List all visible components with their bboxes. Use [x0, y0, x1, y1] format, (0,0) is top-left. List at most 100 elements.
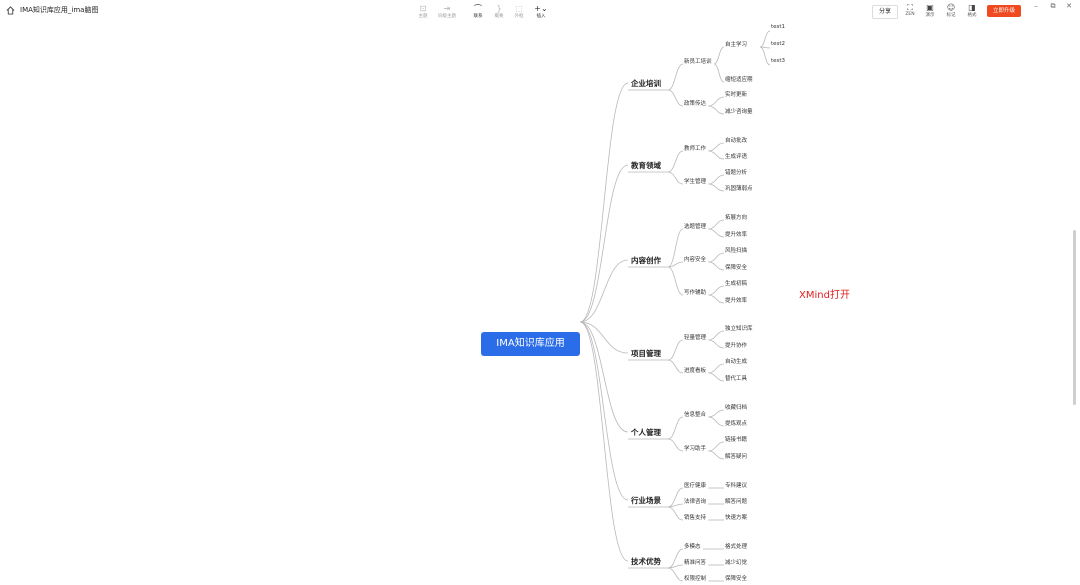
subtopic[interactable]: 销售支持 — [684, 513, 707, 521]
zen-button[interactable]: ⛶ ZEN — [901, 3, 919, 17]
subtopic[interactable]: 学习助手 — [684, 444, 707, 452]
leaf-topic[interactable]: 自动批改 — [725, 136, 748, 144]
leaf-topic[interactable]: 自动生成 — [725, 357, 748, 365]
title-bar: IMA知识库应用_ima脑图 ⊡ 主题 ⇥ 同级主题 ⌒ 联系 } 概要 ⬚ 外框 +⌄ 插… — [0, 0, 1080, 22]
subtopic[interactable]: 法律咨询 — [684, 497, 707, 505]
leaf-topic[interactable]: 替代工具 — [725, 374, 748, 382]
leaf-topic[interactable]: 提升效率 — [725, 230, 748, 238]
subtopic[interactable]: 精准问答 — [684, 558, 707, 566]
present-button[interactable]: ▣ 演示 — [921, 3, 939, 18]
leaf-topic[interactable]: test2 — [771, 41, 786, 47]
leaf-topic[interactable]: 生成初稿 — [725, 279, 748, 287]
root-topic[interactable]: IMA知识库应用 — [481, 332, 580, 356]
connector-line — [667, 339, 684, 361]
subtopic[interactable]: 学生管理 — [684, 177, 707, 185]
leaf-topic[interactable]: 链接书籍 — [725, 435, 748, 443]
mark-button[interactable]: ☺ 标记 — [942, 3, 960, 18]
leaf-topic[interactable]: test1 — [771, 24, 786, 30]
leaf-topic[interactable]: 风险扫描 — [725, 246, 748, 254]
subtopic[interactable]: 医疗健康 — [684, 481, 707, 489]
minimize-icon[interactable]: – — [1030, 2, 1042, 10]
branch-topic[interactable]: 项目管理 — [629, 348, 663, 359]
leaf-topic[interactable]: 减少咨询量 — [725, 107, 753, 115]
subtopic[interactable]: 多模态 — [684, 542, 701, 550]
subtopic[interactable]: 新员工培训 — [684, 57, 712, 65]
home-icon[interactable] — [6, 6, 15, 15]
insert-tool[interactable]: +⌄ 插入 — [530, 4, 552, 19]
leaf-topic[interactable]: 解答疑问 — [725, 452, 748, 460]
document-title: IMA知识库应用_ima脑图 — [20, 6, 99, 14]
connector-line — [579, 321, 629, 501]
leaf-topic[interactable]: 快速方案 — [725, 513, 748, 521]
leaf-topic[interactable]: 格式处理 — [725, 542, 748, 550]
branch-topic[interactable]: 技术优势 — [629, 556, 663, 567]
leaf-topic[interactable]: 独立知识库 — [725, 324, 753, 332]
summary-tool[interactable]: } 概要 — [488, 4, 510, 19]
subtopic[interactable]: 写作辅助 — [684, 288, 707, 296]
subtopic[interactable]: 选题管理 — [684, 222, 707, 230]
connector-line — [708, 441, 725, 452]
subtopic[interactable]: 政策传达 — [684, 99, 707, 107]
connector-line — [667, 266, 684, 296]
upgrade-button[interactable]: 立即升级 — [987, 5, 1021, 17]
connector-line — [667, 416, 684, 440]
connector-line — [708, 96, 725, 107]
connector-line — [708, 416, 725, 427]
sibling-topic-tool[interactable]: ⇥ 同级主题 — [436, 4, 458, 19]
connector-line — [667, 228, 684, 268]
subtopic-icon: ⊡ — [419, 4, 427, 13]
play-icon: ▣ — [926, 3, 934, 12]
restore-icon[interactable]: ⧉ — [1047, 2, 1059, 11]
link-icon: ⌒ — [474, 4, 482, 13]
leaf-topic[interactable]: 提炼观点 — [725, 419, 748, 427]
leaf-topic[interactable]: 实时更新 — [725, 90, 748, 98]
connector-line — [708, 219, 725, 230]
vertical-scrollbar[interactable] — [1073, 230, 1076, 405]
branch-topic[interactable]: 个人管理 — [629, 427, 663, 438]
leaf-topic[interactable]: 提升效率 — [725, 296, 748, 304]
subtopic[interactable]: 教师工作 — [684, 144, 707, 152]
mindmap-canvas[interactable]: IMA知识库应用 XMind打开 企业培训 新员工培训 自主学习 test1 test2… — [0, 22, 1080, 585]
leaf-topic[interactable]: 自主学习 — [725, 40, 748, 48]
share-button[interactable]: 分享 — [872, 5, 898, 19]
connector-line — [708, 372, 725, 382]
close-icon[interactable]: ✕ — [1063, 2, 1075, 10]
subtopic[interactable]: 信息整合 — [684, 410, 707, 418]
leaf-topic[interactable]: 错题分析 — [725, 168, 748, 176]
leaf-topic[interactable]: 缩短适应期 — [725, 75, 753, 83]
connector-line — [708, 105, 725, 115]
leaf-topic[interactable]: 拓展方向 — [725, 213, 748, 221]
leaf-topic[interactable]: 保障安全 — [725, 263, 748, 271]
leaf-topic[interactable]: 提升协作 — [725, 341, 748, 349]
frame-tool[interactable]: ⬚ 外框 — [508, 4, 530, 19]
leaf-topic[interactable]: 解答问题 — [725, 497, 748, 505]
subtopic-tool[interactable]: ⊡ 主题 — [412, 4, 434, 19]
subtopic[interactable]: 轻量管理 — [684, 333, 707, 341]
subtopic[interactable]: 权限控制 — [684, 574, 707, 582]
subtopic[interactable]: 进度看板 — [684, 366, 707, 374]
branch-topic[interactable]: 教育领域 — [629, 160, 663, 171]
link-tool[interactable]: ⌒ 联系 — [467, 4, 489, 19]
connector-line — [667, 89, 684, 107]
leaf-topic[interactable]: 生成评语 — [725, 152, 748, 160]
branch-topic[interactable]: 行业场景 — [629, 495, 663, 506]
branch-topic[interactable]: 企业培训 — [629, 78, 663, 89]
leaf-topic[interactable]: test3 — [771, 58, 786, 64]
fullscreen-icon: ⛶ — [907, 3, 913, 12]
connector-line — [708, 261, 725, 271]
leaf-topic[interactable]: 保障安全 — [725, 574, 748, 582]
connector-line — [708, 330, 725, 341]
panel-icon: ◨ — [968, 3, 976, 12]
summary-icon: } — [496, 4, 502, 13]
leaf-topic[interactable]: 专科建议 — [725, 481, 748, 489]
subtopic[interactable]: 内容安全 — [684, 255, 707, 263]
leaf-topic[interactable]: 收藏归档 — [725, 403, 748, 411]
leaf-topic[interactable]: 巩固薄弱点 — [725, 184, 753, 192]
branch-topic[interactable]: 内容创作 — [629, 255, 663, 266]
smile-icon: ☺ — [946, 3, 956, 12]
connector-line — [713, 63, 725, 83]
format-button[interactable]: ◨ 格式 — [963, 3, 981, 18]
leaf-topic[interactable]: 减少幻觉 — [725, 558, 748, 566]
connector-line — [667, 359, 684, 374]
connector-line — [667, 438, 684, 452]
